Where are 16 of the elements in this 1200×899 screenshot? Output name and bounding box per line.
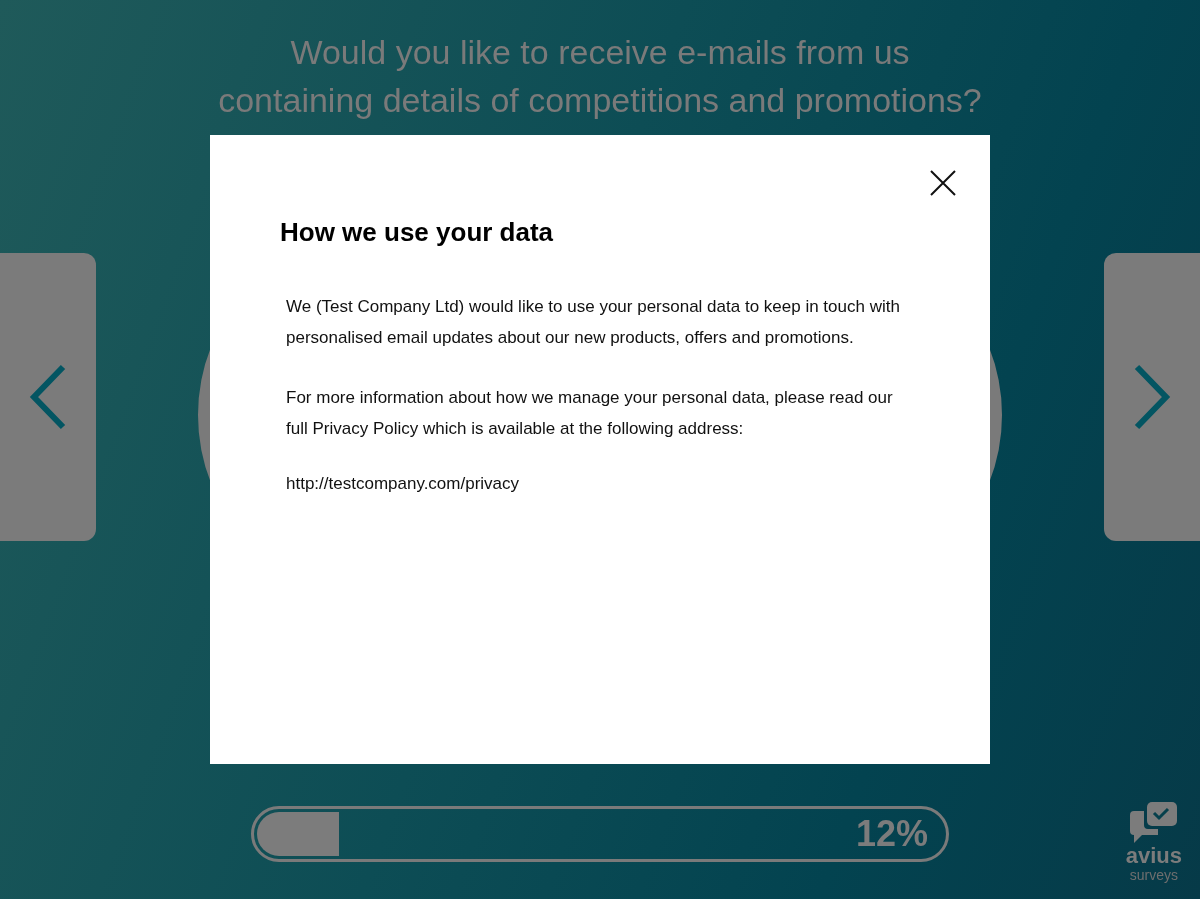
chat-check-icon [1129,801,1178,845]
progress-reading: 12% [855,814,928,854]
chevron-right-icon [1133,364,1171,430]
dialog-paragraph: For more information about how we manage your personal data, please read our full Privacy Policy which is available at the following address: [286,387,894,440]
close-icon [929,169,957,197]
question-text: containing details of competitions and promotions? [218,80,982,121]
close-button[interactable] [929,169,957,197]
privacy-link[interactable]: http://testcompany.com/privacy [286,474,520,493]
logo-tagline: surveys [1129,867,1178,883]
question-text: Would you like to receive e-mails from us [290,32,910,73]
next-button[interactable] [1104,253,1200,541]
dialog-paragraph: We (Test Company Ltd) would like to use your personal data to keep in touch with personalised email updates about our new products, offers and promotions. [286,296,901,349]
previous-button[interactable] [0,253,96,541]
dialog-title: How we use your data [280,217,555,248]
chevron-left-icon [29,364,67,430]
logo-name: avius [1125,845,1182,867]
